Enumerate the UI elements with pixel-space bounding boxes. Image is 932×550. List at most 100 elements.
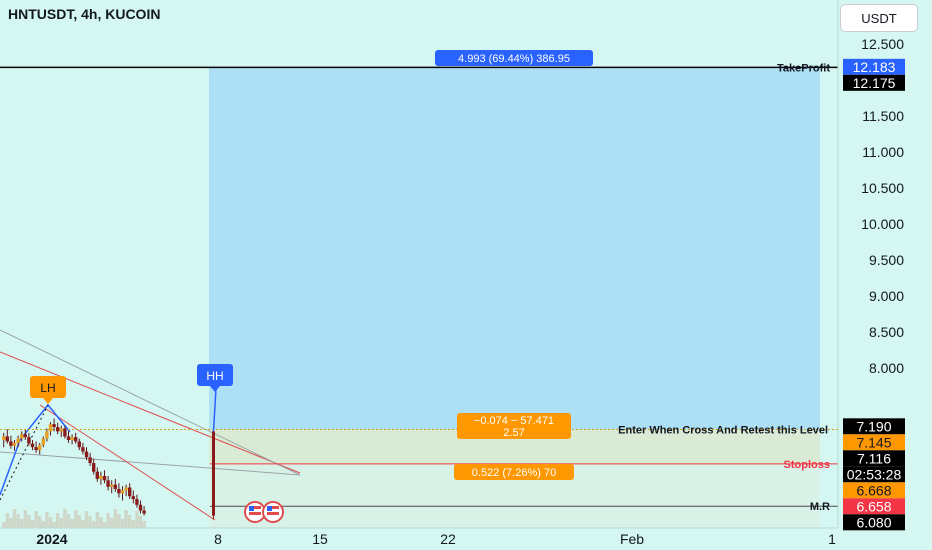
volume-bar (56, 513, 60, 528)
price-label: 02:53:28 (847, 466, 902, 482)
volume-bar (16, 514, 20, 528)
volume-bar (92, 521, 96, 528)
entry-label-2: 2.57 (503, 427, 524, 439)
candle-body (30, 443, 35, 448)
marker-label-hh: HH (206, 369, 223, 383)
target-label: 4.993 (69.44%) 386.95 (458, 53, 570, 65)
y-tick-label: 9.000 (869, 288, 904, 304)
candle-body (117, 488, 121, 494)
stop-label: 0.522 (7.26%) 70 (472, 467, 556, 479)
candle-body (95, 471, 99, 479)
candle-body (120, 490, 125, 494)
candle-body (16, 438, 20, 443)
price-chart[interactable]: TakeProfit Enter When Cross And Retest th… (0, 0, 932, 550)
volume-bar (128, 515, 132, 528)
volume-bar (59, 518, 63, 528)
candle-body (5, 436, 9, 442)
price-label: 7.190 (856, 418, 891, 434)
volume-bar (142, 521, 146, 528)
candle-body (99, 476, 103, 479)
x-tick-label: 15 (312, 531, 328, 547)
volume-bar (84, 511, 89, 528)
y-tick-label: 11.500 (862, 108, 904, 124)
x-tick-label: Feb (620, 531, 644, 547)
volume-bar (20, 519, 24, 528)
candle-body (102, 476, 107, 481)
volume-bar (27, 515, 31, 528)
candle-body (38, 445, 42, 451)
candle-body (106, 480, 110, 487)
volume-bar (66, 514, 71, 528)
flag-stripe (267, 512, 279, 515)
marker-label-lh: LH (40, 381, 55, 395)
candle-body (56, 427, 60, 432)
price-label: 6.658 (856, 498, 891, 514)
y-tick-label: 10.000 (861, 216, 904, 232)
volume-bar (120, 519, 125, 528)
volume-bar (45, 512, 49, 528)
volume-bar (74, 510, 78, 528)
y-tick-label: 10.500 (861, 180, 904, 196)
volume-bar (9, 518, 13, 528)
candle-body (88, 457, 92, 464)
volume-bar (99, 517, 103, 528)
time-axis (0, 528, 838, 550)
volume-bar (124, 510, 128, 528)
y-tick-label: 9.500 (869, 252, 904, 268)
volume-bar (77, 515, 81, 528)
volume-bar (5, 513, 9, 528)
volume-bar (41, 521, 45, 528)
candle-body (84, 451, 89, 458)
x-tick-label: 1 (828, 531, 836, 547)
volume-bar (102, 522, 107, 528)
candle-body (2, 436, 6, 440)
candle-body (128, 487, 132, 497)
volume-bar (113, 509, 117, 528)
candle-body (34, 447, 38, 451)
volume-bar (12, 509, 17, 528)
candle-body (23, 434, 27, 438)
currency-button[interactable]: USDT (840, 4, 918, 32)
candle-body (52, 424, 56, 428)
candle-body (77, 441, 81, 448)
candle-body (113, 484, 117, 489)
price-label: 6.668 (856, 482, 891, 498)
volume-bar (88, 516, 92, 528)
candle-body (92, 463, 96, 472)
volume-bar (138, 516, 143, 528)
level-label-1: Enter When Cross And Retest this Level (618, 425, 828, 437)
price-label: 12.183 (853, 59, 896, 75)
candle-body (41, 438, 45, 446)
candle-body (135, 499, 139, 505)
volume-bar (23, 510, 27, 528)
y-tick-label: 12.500 (861, 36, 904, 52)
candle-body (142, 510, 146, 514)
flag-stripe (249, 512, 261, 515)
level-label-0: TakeProfit (777, 62, 830, 74)
candle-body (124, 487, 128, 491)
flag-canton (267, 506, 272, 511)
volume-bar (81, 520, 85, 528)
flag-canton (249, 506, 254, 511)
candle-body (27, 437, 31, 444)
y-tick-label: 11.000 (862, 144, 904, 160)
volume-bar (30, 520, 35, 528)
candle-body (212, 431, 215, 516)
candle-body (74, 437, 78, 442)
x-tick-label: 22 (440, 531, 456, 547)
candle-body (138, 504, 143, 511)
volume-bar (106, 513, 110, 528)
volume-bar (52, 522, 56, 528)
candle-body (12, 442, 17, 446)
chart-title: HNTUSDT, 4h, KUCOIN (8, 6, 161, 22)
volume-bar (63, 509, 67, 528)
profit-zone (209, 67, 820, 430)
candle-body (59, 428, 63, 432)
level-label-3: M.R (810, 501, 830, 513)
volume-bar (2, 522, 6, 528)
candle-body (48, 424, 53, 432)
candle-body (63, 428, 67, 437)
volume-bar (110, 518, 114, 528)
candle-body (131, 496, 135, 500)
candle-body (45, 431, 49, 439)
